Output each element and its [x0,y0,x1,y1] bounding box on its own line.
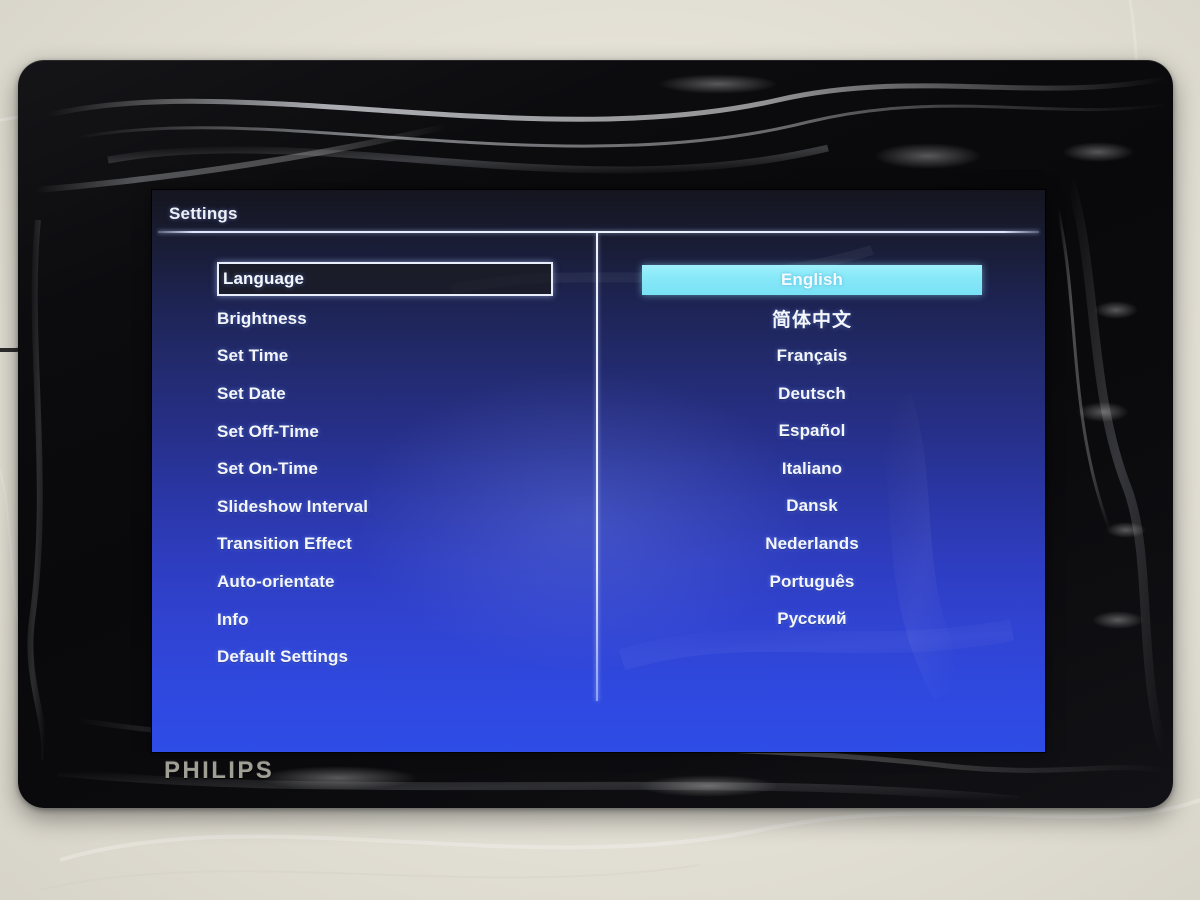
settings-menu: Language Brightness Set Time Set Date Set Of… [217,262,557,676]
settings-menu-item-label: Language [223,269,305,288]
photo-frame-device: Settings Language Brightness Set Time Set D… [18,60,1173,808]
language-option-list: English 简体中文 Français Deutsch Español Italian… [642,262,982,638]
language-option-label: 简体中文 [771,309,852,331]
page-title: Settings [169,204,238,223]
settings-menu-item-label: Set Time [217,346,289,366]
settings-menu-item[interactable]: Default Settings [217,638,557,676]
settings-menu-item[interactable]: Transition Effect [217,526,557,564]
settings-menu-item[interactable]: Auto-orientate [217,563,557,601]
settings-menu-item[interactable]: Set Date [217,375,557,413]
language-option-label: English [780,270,844,289]
settings-menu-item-label: Set On-Time [217,459,318,479]
settings-menu-item[interactable]: Set Off-Time [217,413,557,451]
settings-menu-item-label: Set Date [217,383,286,403]
philips-logo: PHILIPS [164,757,275,784]
settings-menu-item-label: Slideshow Interval [217,496,369,516]
settings-menu-item[interactable]: Info [217,601,557,639]
language-option-label: Dansk [786,496,838,516]
settings-menu-item[interactable]: Set On-Time [217,450,557,488]
lcd-screen: Settings Language Brightness Set Time Set D… [152,190,1045,752]
settings-menu-item-label: Transition Effect [217,534,352,554]
header-divider [158,231,1039,233]
settings-menu-item[interactable]: Language [217,262,553,296]
language-option-label: Русский [777,609,847,629]
language-option[interactable]: Deutsch [642,375,982,413]
language-option-label: Nederlands [765,533,859,553]
language-option[interactable]: Русский [642,600,982,638]
language-option-label: Português [769,571,855,591]
settings-menu-item-label: Set Off-Time [217,421,319,441]
language-option[interactable]: Português [642,563,982,601]
settings-menu-item-label: Info [217,609,249,629]
settings-menu-item-label: Brightness [217,308,307,328]
language-option[interactable]: Español [642,412,982,450]
photo-scene: Settings Language Brightness Set Time Set D… [0,0,1200,900]
language-option-label: Español [778,421,846,441]
settings-menu-item[interactable]: Slideshow Interval [217,488,557,526]
settings-menu-item[interactable]: Set Time [217,338,557,376]
language-option-label: Français [776,345,848,365]
language-option[interactable]: Dansk [642,488,982,526]
settings-menu-item-label: Default Settings [217,647,349,667]
language-option-label: Deutsch [778,383,846,403]
settings-menu-item[interactable]: Brightness [217,300,557,338]
language-option-label: Italiano [781,458,843,478]
language-option[interactable]: 简体中文 [642,300,982,338]
language-option[interactable]: Nederlands [642,525,982,563]
language-option-selected[interactable]: English [642,265,982,295]
column-divider [596,233,598,701]
settings-menu-item-label: Auto-orientate [217,571,335,591]
language-option[interactable]: Français [642,337,982,375]
language-option[interactable]: Italiano [642,450,982,488]
